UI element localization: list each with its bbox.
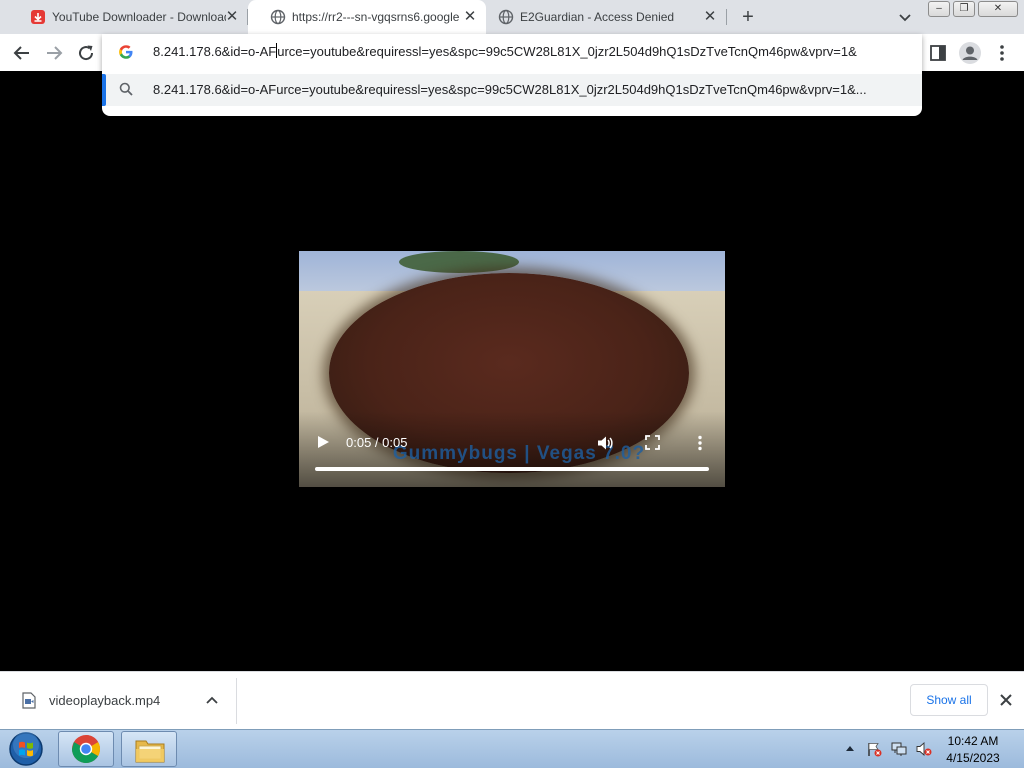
volume-icon[interactable] <box>596 434 614 452</box>
url-text-after-caret: urce=youtube&requiressl=yes&spc=99c5CW28… <box>277 44 857 59</box>
reload-icon[interactable] <box>75 42 97 64</box>
folder-icon <box>135 740 165 763</box>
download-shelf: videoplayback.mp4 Show all <box>0 671 1024 729</box>
tab-video-url[interactable]: https://rr2---sn-vgqsrns6.google ✕ <box>248 0 486 34</box>
clock-date[interactable]: 4/15/2023 <box>940 751 1006 765</box>
action-center-flag-icon[interactable] <box>866 741 882 757</box>
video-file-icon <box>22 692 36 709</box>
side-panel-icon[interactable] <box>929 44 947 62</box>
tab-close-icon[interactable]: ✕ <box>224 9 240 25</box>
url-text-before-caret: 8.241.178.6&id=o-AF <box>153 44 277 59</box>
video-progress-bar[interactable] <box>315 467 709 471</box>
windows-taskbar: 10:42 AM 4/15/2023 <box>0 729 1024 768</box>
start-orb-icon[interactable] <box>4 731 48 767</box>
fullscreen-icon[interactable] <box>645 435 660 450</box>
more-options-icon[interactable] <box>697 435 703 451</box>
taskbar-chrome[interactable] <box>58 731 114 767</box>
page-content: Gummybugs | Vegas 7.0? 0:05 / 0:05 <box>0 71 1024 671</box>
video-player[interactable]: Gummybugs | Vegas 7.0? 0:05 / 0:05 <box>299 251 725 487</box>
video-green-blob <box>399 251 519 273</box>
tab-title: https://rr2---sn-vgqsrns6.google <box>292 10 460 24</box>
chevron-up-icon[interactable] <box>205 693 219 707</box>
download-divider <box>236 678 237 724</box>
tab-search-chevron-icon[interactable] <box>896 8 914 26</box>
close-window-button[interactable]: ✕ <box>978 1 1018 17</box>
download-file-name[interactable]: videoplayback.mp4 <box>49 693 160 708</box>
network-icon[interactable] <box>891 741 907 757</box>
google-g-icon <box>119 45 133 59</box>
close-icon[interactable] <box>998 692 1014 708</box>
volume-muted-icon[interactable] <box>916 741 932 757</box>
video-caption: Gummybugs | Vegas 7.0? <box>392 443 646 464</box>
forward-arrow-icon[interactable] <box>43 42 65 64</box>
play-icon[interactable] <box>316 435 330 449</box>
taskbar-explorer[interactable] <box>121 731 177 767</box>
tab-youtube-downloader[interactable]: YouTube Downloader - Download ✕ <box>8 0 246 34</box>
chrome-icon <box>72 735 100 763</box>
search-icon <box>119 82 133 96</box>
tab-e2guardian[interactable]: E2Guardian - Access Denied ✕ <box>476 0 724 34</box>
globe-icon <box>270 9 286 25</box>
restore-button[interactable]: ❐ <box>953 1 975 17</box>
omnibox-input[interactable]: 8.241.178.6&id=o-AFurce=youtube&requires… <box>153 43 913 61</box>
back-arrow-icon[interactable] <box>11 42 33 64</box>
minimize-button[interactable]: – <box>928 1 950 17</box>
clock-time[interactable]: 10:42 AM <box>940 734 1006 748</box>
suggestion-text: 8.241.178.6&id=o-AFurce=youtube&requires… <box>153 82 867 97</box>
tab-title: E2Guardian - Access Denied <box>520 10 675 24</box>
video-time: 0:05 / 0:05 <box>346 435 408 450</box>
profile-avatar-icon[interactable] <box>958 41 982 65</box>
tab-strip: YouTube Downloader - Download ✕ https://… <box>0 0 1024 34</box>
tab-divider <box>726 9 727 25</box>
tab-title: YouTube Downloader - Download <box>52 10 226 24</box>
omnibox-dropdown: 8.241.178.6&id=o-AFurce=youtube&requires… <box>102 34 922 116</box>
omnibox-suggestion[interactable]: 8.241.178.6&id=o-AFurce=youtube&requires… <box>102 74 922 106</box>
new-tab-button[interactable]: + <box>738 7 758 27</box>
browser-menu-icon[interactable] <box>998 43 1006 63</box>
suggestion-highlight-bar <box>102 74 106 106</box>
globe-icon <box>498 9 514 25</box>
download-icon <box>31 10 45 24</box>
tab-close-icon[interactable]: ✕ <box>702 9 718 25</box>
tray-expand-icon[interactable] <box>845 744 855 752</box>
show-all-button[interactable]: Show all <box>910 684 988 716</box>
